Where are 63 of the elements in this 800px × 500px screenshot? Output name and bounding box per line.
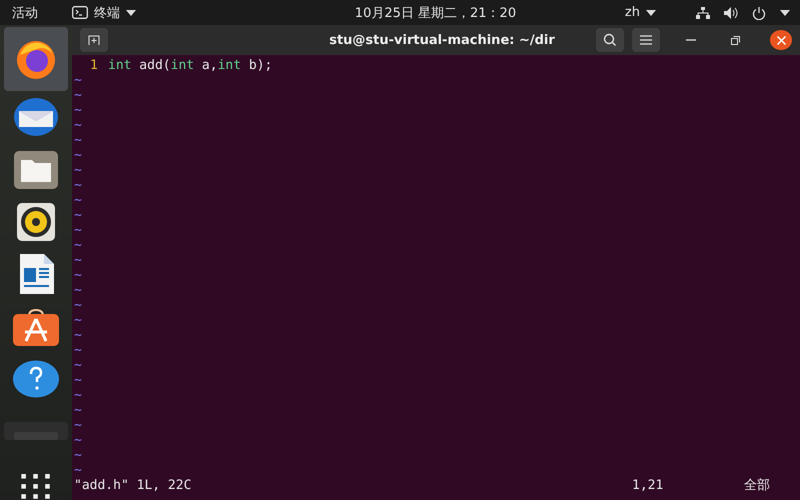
empty-line-marker: ~ — [74, 418, 82, 433]
empty-line-marker: ~ — [74, 403, 82, 418]
empty-line-marker: ~ — [74, 388, 82, 403]
empty-line-marker: ~ — [74, 223, 82, 238]
menu-button[interactable] — [632, 28, 660, 52]
window-title: stu@stu-virtual-machine: ~/dir — [328, 32, 556, 48]
folder-icon — [14, 150, 58, 189]
caret-icon[interactable] — [780, 10, 790, 16]
empty-line-marker: ~ — [74, 298, 82, 313]
search-icon — [603, 33, 617, 47]
clock[interactable]: 10月25日 星期二，21：20 — [244, 4, 516, 22]
volume-icon[interactable] — [724, 6, 738, 18]
close-icon — [776, 36, 786, 44]
terminal-icon — [72, 6, 88, 19]
empty-line-marker: ~ — [74, 343, 82, 358]
caret-icon — [646, 10, 656, 16]
empty-line-marker: ~ — [74, 73, 82, 88]
bird-envelope-icon — [13, 97, 59, 138]
empty-line-marker: ~ — [74, 433, 82, 448]
empty-line-marker: ~ — [74, 163, 82, 178]
code-line: int add(int a,int b); — [108, 58, 272, 73]
empty-line-marker: ~ — [74, 253, 82, 268]
empty-line-marker: ~ — [74, 463, 82, 478]
empty-line-marker: ~ — [74, 448, 82, 463]
empty-line-marker: ~ — [74, 103, 82, 118]
close-button[interactable] — [770, 30, 792, 50]
document-icon — [18, 254, 54, 294]
caret-icon — [126, 10, 136, 16]
empty-line-marker: ~ — [74, 268, 82, 283]
empty-line-marker: ~ — [74, 283, 82, 298]
line-number: 1 — [90, 58, 99, 73]
app-grid-icon[interactable] — [20, 474, 52, 500]
empty-line-marker: ~ — [74, 193, 82, 208]
empty-line-marker: ~ — [74, 313, 82, 328]
empty-line-marker: ~ — [74, 373, 82, 388]
empty-line-marker: ~ — [74, 118, 82, 133]
menu-icon — [640, 35, 652, 45]
input-method-menu[interactable]: zh — [624, 5, 656, 20]
empty-line-marker: ~ — [74, 328, 82, 343]
empty-line-marker: ~ — [74, 88, 82, 103]
status-message: "add.h" 1L, 22C — [74, 478, 192, 493]
search-button[interactable] — [596, 28, 624, 52]
new-tab-icon — [88, 35, 100, 45]
firefox-launcher[interactable] — [4, 27, 68, 92]
minimize-icon — [686, 39, 696, 41]
app-menu[interactable]: 终端 — [72, 4, 136, 22]
speaker-icon — [17, 202, 55, 241]
cursor-position: 1,21 — [632, 478, 664, 493]
drive-icon — [4, 422, 68, 440]
empty-line-marker: ~ — [74, 238, 82, 253]
restore-icon — [730, 36, 740, 44]
scroll-position: 全部 — [744, 478, 771, 493]
new-tab-button[interactable] — [80, 28, 108, 52]
activities-button[interactable]: 活动 — [12, 4, 38, 22]
power-icon[interactable] — [752, 6, 766, 20]
empty-line-marker: ~ — [74, 148, 82, 163]
empty-line-marker: ~ — [74, 178, 82, 193]
empty-line-marker: ~ — [74, 208, 82, 223]
network-icon[interactable] — [696, 6, 710, 18]
help-icon — [13, 360, 59, 398]
shopping-bag-icon — [13, 308, 59, 346]
empty-line-marker: ~ — [74, 358, 82, 373]
empty-line-marker: ~ — [74, 133, 82, 148]
